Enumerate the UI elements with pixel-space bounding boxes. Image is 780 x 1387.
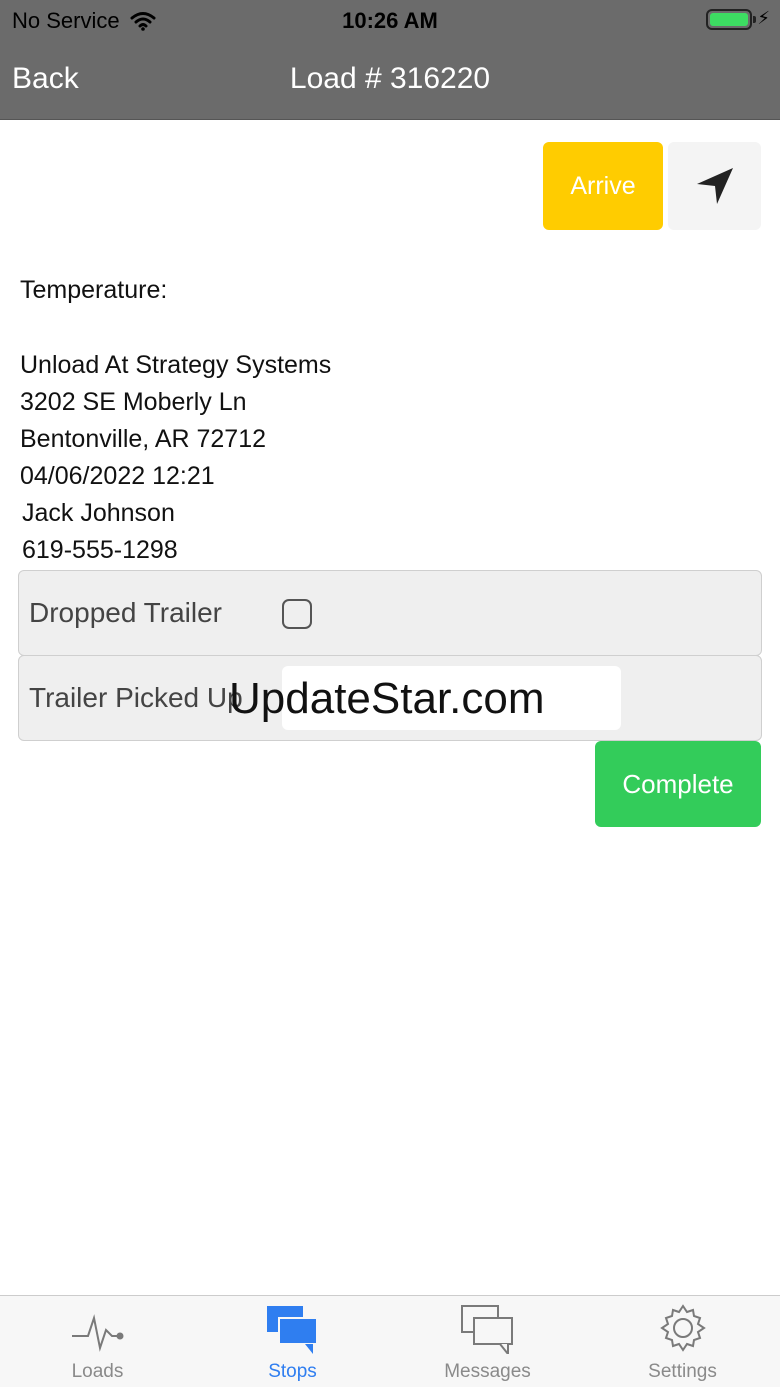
charging-bolt-icon: ⚡ (757, 8, 770, 28)
contact-name: Jack Johnson (22, 499, 175, 527)
tab-stops[interactable]: Stops (195, 1296, 390, 1387)
chat-bubbles-icon (267, 1306, 318, 1354)
pulse-icon (72, 1314, 124, 1352)
status-bar: No Service 10:26 AM ⚡ (0, 0, 780, 40)
tab-settings[interactable]: Settings (585, 1296, 780, 1387)
unload-location: Unload At Strategy Systems (20, 351, 332, 379)
tab-messages[interactable]: Messages (390, 1296, 585, 1387)
tab-loads-label: Loads (71, 1361, 124, 1382)
tab-messages-label: Messages (444, 1361, 531, 1382)
complete-button[interactable]: Complete (595, 741, 761, 827)
gear-icon (660, 1304, 706, 1352)
trailer-picked-up-label: Trailer Picked Up (29, 682, 243, 713)
battery-cap (753, 16, 756, 23)
page-title: Load # 316220 (289, 62, 491, 95)
trailer-picked-up-row: Trailer Picked Up UpdateStar.com (18, 655, 762, 741)
tab-bar: Loads Stops Messages Settings (0, 1295, 780, 1387)
watermark-text: UpdateStar.com (229, 674, 545, 723)
arrive-button[interactable]: Arrive (543, 142, 663, 230)
dropped-trailer-label: Dropped Trailer (29, 597, 222, 628)
city-state-zip: Bentonville, AR 72712 (20, 425, 267, 453)
stop-datetime: 04/06/2022 12:21 (20, 462, 215, 490)
tab-stops-label: Stops (268, 1361, 317, 1382)
battery-fill (710, 13, 748, 26)
navigate-button[interactable] (668, 142, 761, 230)
messages-icon (461, 1305, 513, 1354)
status-time: 10:26 AM (342, 8, 438, 33)
dropped-trailer-row: Dropped Trailer (18, 570, 762, 656)
battery-icon (706, 9, 756, 30)
tab-loads[interactable]: Loads (0, 1296, 195, 1387)
temperature-label: Temperature: (20, 276, 168, 304)
nav-bar: Back Load # 316220 (0, 40, 780, 120)
dropped-trailer-checkbox[interactable] (282, 599, 312, 629)
navigation-arrow-icon (696, 168, 733, 204)
contact-phone[interactable]: 619-555-1298 (22, 536, 178, 565)
tab-settings-label: Settings (648, 1361, 717, 1382)
street-address: 3202 SE Moberly Ln (20, 388, 247, 416)
